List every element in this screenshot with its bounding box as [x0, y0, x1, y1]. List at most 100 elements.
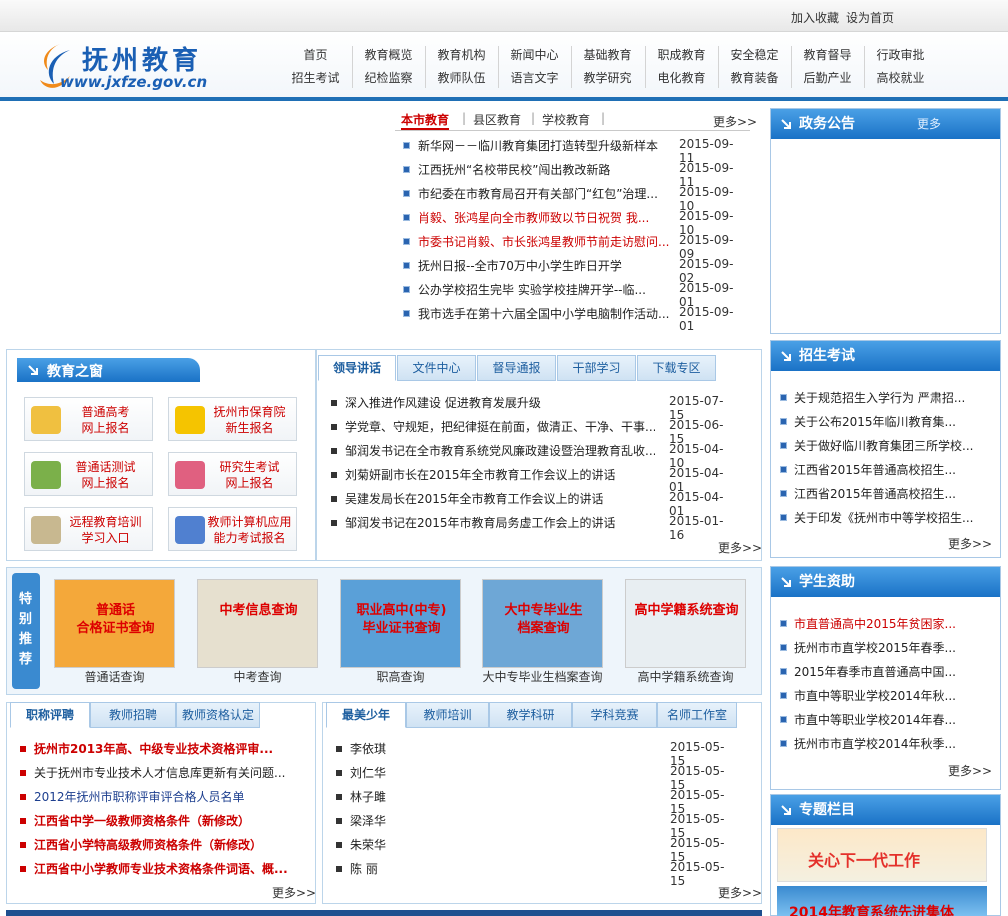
nav-item[interactable]: 行政审批 — [864, 44, 937, 67]
news-more-link[interactable]: 更多>> — [713, 113, 757, 130]
aid-row[interactable]: 抚州市市直学校2014年秋季... — [780, 733, 994, 757]
service-button[interactable]: 远程教育培训 学习入口 — [24, 507, 153, 551]
nav-item[interactable]: 教育装备 — [718, 67, 791, 90]
tab-youth[interactable]: 学科竞赛 — [572, 702, 657, 728]
aid-title[interactable]: 抚州市市直学校2015年春季... — [794, 639, 994, 656]
news-row[interactable]: 抚州日报--全市70万中小学生昨日开学 2015-09-02 — [403, 255, 743, 285]
news-title[interactable]: 抚州日报--全市70万中小学生昨日开学 — [418, 257, 673, 274]
news-title[interactable]: 公办学校招生完毕 实验学校挂牌开学--临... — [418, 281, 673, 298]
nav-item[interactable]: 纪检监察 — [352, 67, 425, 90]
service-button[interactable]: 抚州市保育院 新生报名 — [168, 397, 297, 441]
aid-title[interactable]: 市直中等职业学校2014年春... — [794, 711, 994, 728]
nav-item[interactable]: 教学研究 — [571, 67, 644, 90]
news-row[interactable]: 市纪委在市教育局召开有关部门“红包”治理... 2015-09-10 — [403, 183, 743, 213]
titles-title[interactable]: 江西省小学特高级教师资格条件（新修改） — [34, 836, 304, 853]
speech-row[interactable]: 邹润发书记在全市教育系统党风廉政建设暨治理教育乱收... 2015-04-10 — [331, 440, 731, 470]
youth-name[interactable]: 刘仁华 — [350, 764, 550, 781]
tab-titles[interactable]: 教师招聘 — [90, 702, 176, 728]
special-banner-care[interactable]: 关心下一代工作 — [777, 828, 987, 882]
youth-name[interactable]: 李依琪 — [350, 740, 550, 757]
titles-title[interactable]: 抚州市2013年高、中级专业技术资格评审... — [34, 740, 304, 757]
featured-caption[interactable]: 普通话查询 — [54, 668, 175, 685]
aid-row[interactable]: 市直普通高中2015年贫困家... — [780, 613, 994, 637]
admission-title[interactable]: 关于公布2015年临川教育集... — [794, 413, 994, 430]
nav-item[interactable]: 教育机构 — [425, 44, 498, 67]
tab-titles[interactable]: 教师资格认定 — [176, 702, 260, 728]
admission-title[interactable]: 江西省2015年普通高校招生... — [794, 461, 994, 478]
tab-youth[interactable]: 名师工作室 — [657, 702, 737, 728]
youth-name[interactable]: 陈 丽 — [350, 860, 550, 877]
service-button[interactable]: 普通话测试 网上报名 — [24, 452, 153, 496]
titles-more-link[interactable]: 更多>> — [272, 884, 316, 901]
admission-row[interactable]: 江西省2015年普通高校招生... — [780, 459, 994, 483]
special-banner-advanced[interactable]: 2014年教育系统先进集体 — [777, 886, 987, 916]
aid-title[interactable]: 抚州市市直学校2014年秋季... — [794, 735, 994, 752]
admission-title[interactable]: 关于做好临川教育集团三所学校... — [794, 437, 994, 454]
tab-youth[interactable]: 教师培训 — [406, 702, 489, 728]
admission-row[interactable]: 关于印发《抚州市中等学校招生... — [780, 507, 994, 531]
speech-row[interactable]: 深入推进作风建设 促进教育发展升级 2015-07-15 — [331, 392, 731, 422]
aid-title[interactable]: 2015年春季市直普通高中国... — [794, 663, 994, 680]
youth-row[interactable]: 梁泽华 2015-05-15 — [336, 810, 736, 840]
tab-local-education[interactable]: 本市教育 — [401, 111, 450, 130]
nav-item[interactable]: 教育概览 — [352, 44, 425, 67]
speech-title[interactable]: 吴建发局长在2015年全市教育工作会议上的讲话 — [345, 490, 655, 507]
youth-row[interactable]: 朱荣华 2015-05-15 — [336, 834, 736, 864]
youth-row[interactable]: 陈 丽 2015-05-15 — [336, 858, 736, 888]
featured-caption[interactable]: 大中专毕业生档案查询 — [482, 668, 603, 685]
youth-row[interactable]: 林子雎 2015-05-15 — [336, 786, 736, 816]
nav-item[interactable]: 新闻中心 — [498, 44, 571, 67]
tab-speech[interactable]: 干部学习 — [557, 355, 636, 381]
featured-image[interactable]: 高中学籍系统查询 — [625, 579, 746, 668]
speech-row[interactable]: 邹润发书记在2015年市教育局务虚工作会上的讲话 2015-01-16 — [331, 512, 731, 542]
speech-title[interactable]: 邹润发书记在全市教育系统党风廉政建设暨治理教育乱收... — [345, 442, 655, 459]
titles-title[interactable]: 江西省中学一级教师资格条件（新修改） — [34, 812, 304, 829]
news-title[interactable]: 新华网－－临川教育集团打造转型升级新样本 — [418, 137, 673, 154]
tab-speech[interactable]: 下载专区 — [637, 355, 716, 381]
tab-youth[interactable]: 教学科研 — [489, 702, 572, 728]
news-title[interactable]: 江西抚州“名校带民校”闯出教改新路 — [418, 161, 673, 178]
nav-item[interactable]: 语言文字 — [498, 67, 571, 90]
nav-item[interactable]: 首页 — [279, 44, 352, 67]
youth-row[interactable]: 刘仁华 2015-05-15 — [336, 762, 736, 792]
speech-title[interactable]: 刘菊妍副市长在2015年全市教育工作会议上的讲话 — [345, 466, 655, 483]
speech-row[interactable]: 吴建发局长在2015年全市教育工作会议上的讲话 2015-04-01 — [331, 488, 731, 518]
nav-item[interactable]: 基础教育 — [571, 44, 644, 67]
news-row[interactable]: 我市选手在第十六届全国中小学电脑制作活动... 2015-09-01 — [403, 303, 743, 333]
featured-image[interactable]: 职业高中(中专) 毕业证书查询 — [340, 579, 461, 668]
tab-speech[interactable]: 领导讲话 — [318, 355, 396, 381]
titles-row[interactable]: 江西省中学一级教师资格条件（新修改） — [20, 810, 310, 834]
admission-row[interactable]: 关于公布2015年临川教育集... — [780, 411, 994, 435]
service-button[interactable]: 普通高考 网上报名 — [24, 397, 153, 441]
titles-row[interactable]: 江西省中小学教师专业技术资格条件词语、概... — [20, 858, 310, 882]
news-title[interactable]: 肖毅、张鸿星向全市教师致以节日祝贺 我... — [418, 209, 673, 226]
aid-row[interactable]: 市直中等职业学校2014年秋... — [780, 685, 994, 709]
featured-caption[interactable]: 职高查询 — [340, 668, 461, 685]
nav-item[interactable]: 教育督导 — [791, 44, 864, 67]
news-title[interactable]: 市委书记肖毅、市长张鸿星教师节前走访慰问... — [418, 233, 673, 250]
news-title[interactable]: 我市选手在第十六届全国中小学电脑制作活动... — [418, 305, 673, 322]
nav-item[interactable]: 教师队伍 — [425, 67, 498, 90]
set-homepage-link[interactable]: 设为首页 — [846, 9, 894, 26]
admission-row[interactable]: 江西省2015年普通高校招生... — [780, 483, 994, 507]
titles-title[interactable]: 关于抚州市专业技术人才信息库更新有关问题... — [34, 764, 304, 781]
featured-caption[interactable]: 高中学籍系统查询 — [625, 668, 746, 685]
nav-item[interactable]: 高校就业 — [864, 67, 937, 90]
service-button[interactable]: 研究生考试 网上报名 — [168, 452, 297, 496]
aid-row[interactable]: 市直中等职业学校2014年春... — [780, 709, 994, 733]
news-title[interactable]: 市纪委在市教育局召开有关部门“红包”治理... — [418, 185, 673, 202]
tab-county-education[interactable]: 县区教育 — [473, 111, 521, 128]
youth-name[interactable]: 林子雎 — [350, 788, 550, 805]
speech-row[interactable]: 刘菊妍副市长在2015年全市教育工作会议上的讲话 2015-04-01 — [331, 464, 731, 494]
tab-youth[interactable]: 最美少年 — [326, 702, 406, 728]
admission-more-link[interactable]: 更多>> — [948, 535, 992, 552]
news-row[interactable]: 肖毅、张鸿星向全市教师致以节日祝贺 我... 2015-09-10 — [403, 207, 743, 237]
aid-title[interactable]: 市直普通高中2015年贫困家... — [794, 615, 994, 632]
titles-title[interactable]: 2012年抚州市职称评审评合格人员名单 — [34, 788, 304, 805]
admission-title[interactable]: 江西省2015年普通高校招生... — [794, 485, 994, 502]
news-row[interactable]: 市委书记肖毅、市长张鸿星教师节前走访慰问... 2015-09-09 — [403, 231, 743, 261]
news-row[interactable]: 公办学校招生完毕 实验学校挂牌开学--临... 2015-09-01 — [403, 279, 743, 309]
youth-name[interactable]: 梁泽华 — [350, 812, 550, 829]
admission-row[interactable]: 关于做好临川教育集团三所学校... — [780, 435, 994, 459]
nav-item[interactable]: 安全稳定 — [718, 44, 791, 67]
